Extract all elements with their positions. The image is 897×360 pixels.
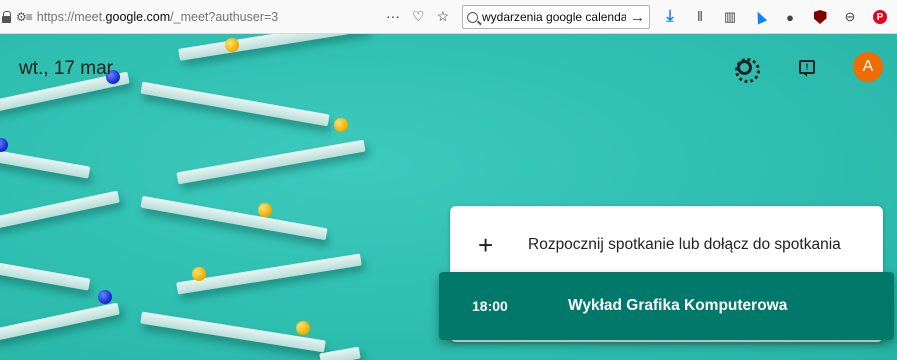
arrow-right-icon[interactable]: →	[630, 9, 645, 26]
start-meeting-button[interactable]: + Rozpocznij spotkanie lub dołącz do spo…	[450, 224, 883, 266]
avatar[interactable]: A	[853, 52, 883, 82]
meeting-time: 18:00	[472, 298, 508, 314]
search-icon	[467, 11, 478, 23]
scheduled-meeting-item[interactable]: 18:00 Wykład Grafika Komputerowa	[439, 272, 894, 340]
sidebar-icon[interactable]: ▥	[718, 7, 742, 27]
extension-icon[interactable]: ●	[778, 7, 802, 27]
cursor-extension-icon[interactable]	[748, 7, 772, 27]
gear-icon	[734, 57, 760, 83]
lock-icon[interactable]	[2, 10, 11, 23]
pocket-icon[interactable]: ♡	[412, 8, 425, 25]
start-meeting-label: Rozpocznij spotkanie lub dołącz do spotk…	[528, 236, 841, 253]
search-input[interactable]: wydarzenia google calenda →	[462, 5, 650, 29]
download-icon[interactable]: ⤓	[658, 7, 682, 27]
address-bar[interactable]: https://meet.google.com/_meet?authuser=3	[37, 10, 278, 24]
account-icon[interactable]: ⊖	[838, 7, 862, 27]
page-actions-icon[interactable]: ···	[386, 8, 400, 25]
settings-button[interactable]	[731, 54, 760, 83]
ublock-icon[interactable]	[808, 7, 832, 27]
bookmark-star-icon[interactable]: ☆	[437, 8, 450, 25]
search-query: wydarzenia google calenda	[482, 10, 626, 24]
plus-icon: +	[478, 229, 494, 260]
browser-toolbar: ⚙≡ https://meet.google.com/_meet?authuse…	[0, 0, 897, 34]
feedback-button[interactable]: !	[794, 54, 820, 80]
current-date: wt., 17 mar	[19, 58, 113, 79]
pinterest-icon[interactable]: P	[868, 7, 892, 27]
permissions-icon[interactable]: ⚙≡	[16, 10, 33, 24]
feedback-icon: !	[799, 60, 815, 77]
meeting-title: Wykład Grafika Komputerowa	[568, 297, 788, 314]
library-icon[interactable]: ⫴	[688, 7, 712, 27]
